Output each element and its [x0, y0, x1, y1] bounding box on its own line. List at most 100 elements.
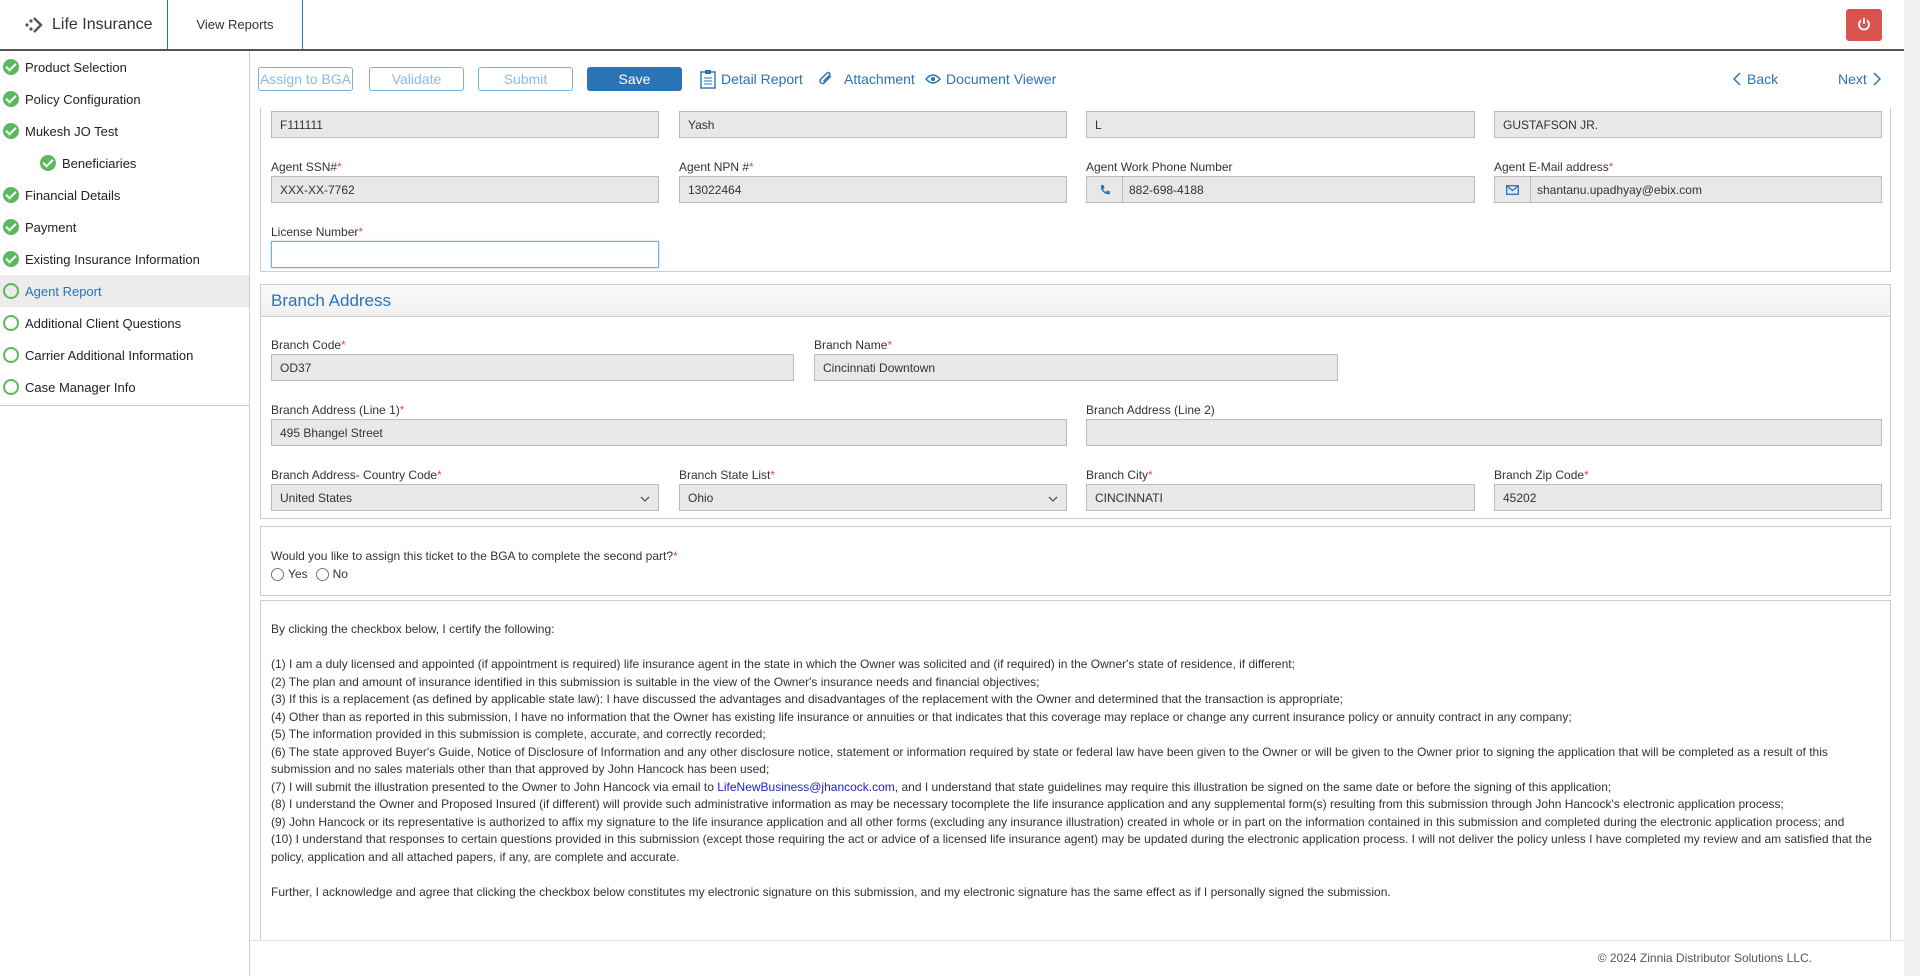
certification-item: (8) I understand the Owner and Proposed …: [271, 797, 1784, 811]
certification-intro: By clicking the checkbox below, I certif…: [271, 622, 555, 636]
bga-no-radio[interactable]: [315, 567, 329, 581]
sidebar-item-label: Mukesh JO Test: [25, 123, 118, 139]
next-label: Next: [1838, 71, 1867, 87]
branch-code-label: Branch Code*: [271, 338, 346, 352]
branch-address-title: Branch Address: [261, 285, 1890, 317]
sidebar-item-carrier-additional-info[interactable]: Carrier Additional Information: [0, 339, 249, 371]
agent-phone-label: Agent Work Phone Number: [1086, 160, 1233, 174]
branch-country-select[interactable]: United States: [271, 484, 659, 511]
eye-icon: [925, 73, 941, 85]
agent-first-name-field[interactable]: Yash: [679, 111, 1067, 138]
license-number-label: License Number*: [271, 225, 364, 239]
assign-to-bga-button[interactable]: Assign to BGA: [258, 67, 353, 91]
branch-zip-field[interactable]: 45202: [1494, 484, 1882, 511]
bga-yes-label: Yes: [288, 567, 308, 581]
copyright-text: © 2024 Zinnia Distributor Solutions LLC.: [1597, 951, 1812, 965]
bga-no-label: No: [332, 567, 348, 581]
certification-item: (4) Other than as reported in this submi…: [271, 709, 1572, 724]
sidebar-item-label: Case Manager Info: [25, 379, 136, 395]
circle-outline-icon: [3, 283, 19, 299]
license-number-input[interactable]: [271, 241, 659, 268]
envelope-icon: [1495, 177, 1531, 202]
sidebar-item-label: Beneficiaries: [62, 155, 137, 171]
sidebar-item-label: Policy Configuration: [25, 91, 141, 107]
detail-report-link[interactable]: Detail Report: [700, 67, 803, 91]
phone-icon: [1087, 177, 1123, 202]
bga-radio-group: Yes No: [271, 567, 348, 581]
sidebar-item-mukesh-jo-test[interactable]: Mukesh JO Test: [0, 115, 249, 147]
branch-zip-label: Branch Zip Code*: [1494, 468, 1589, 482]
branch-line2-field[interactable]: [1086, 419, 1882, 446]
agent-email-value: shantanu.upadhyay@ebix.com: [1537, 182, 1702, 197]
chevrons-logo-icon: [24, 14, 46, 36]
branch-country-value: United States: [280, 490, 353, 505]
agent-npn-label: Agent NPN #*: [679, 160, 754, 174]
sidebar-item-label: Product Selection: [25, 59, 127, 75]
agent-phone-value: 882-698-4188: [1129, 182, 1204, 197]
submit-button[interactable]: Submit: [478, 67, 573, 91]
check-circle-icon: [3, 251, 19, 267]
back-button[interactable]: Back: [1733, 67, 1778, 91]
agent-id-field[interactable]: F111111: [271, 111, 659, 138]
branch-line1-field[interactable]: 495 Bhangel Street: [271, 419, 1067, 446]
sidebar-item-beneficiaries[interactable]: Beneficiaries: [0, 147, 249, 179]
certification-item: (10) I understand that responses to cert…: [271, 832, 1872, 864]
chevron-left-icon: [1733, 72, 1741, 86]
certification-item: (1) I am a duly licensed and appointed (…: [271, 657, 1295, 671]
app-title: Life Insurance: [52, 15, 153, 33]
power-icon: [1857, 17, 1871, 34]
email-link[interactable]: LifeNewBusiness@jhancock.com: [717, 780, 895, 794]
sidebar-item-product-selection[interactable]: Product Selection: [0, 51, 249, 83]
check-circle-icon: [3, 219, 19, 235]
save-button[interactable]: Save: [587, 67, 682, 91]
top-header: Life Insurance View Reports: [0, 0, 1904, 51]
agent-phone-field[interactable]: 882-698-4188: [1086, 176, 1475, 203]
sidebar-item-case-manager-info[interactable]: Case Manager Info: [0, 371, 249, 403]
sidebar-item-agent-report[interactable]: Agent Report: [0, 275, 249, 307]
branch-country-label: Branch Address- Country Code*: [271, 468, 442, 482]
check-circle-icon: [3, 59, 19, 75]
sidebar-item-additional-client-questions[interactable]: Additional Client Questions: [0, 307, 249, 339]
app-brand[interactable]: Life Insurance: [0, 0, 168, 49]
check-circle-icon: [40, 155, 56, 171]
agent-npn-field[interactable]: 13022464: [679, 176, 1067, 203]
agent-ssn-field[interactable]: XXX-XX-7762: [271, 176, 659, 203]
branch-code-field[interactable]: OD37: [271, 354, 794, 381]
bga-yes-radio[interactable]: [271, 567, 284, 581]
certification-item: (3) If this is a replacement (as defined…: [271, 692, 1343, 706]
sidebar-item-payment[interactable]: Payment: [0, 211, 249, 243]
branch-state-label: Branch State List*: [679, 468, 776, 482]
attachment-link[interactable]: Attachment: [817, 67, 915, 91]
bga-question-label: Would you like to assign this ticket to …: [271, 549, 678, 563]
document-viewer-link[interactable]: Document Viewer: [925, 67, 1056, 91]
agent-email-field[interactable]: shantanu.upadhyay@ebix.com: [1494, 176, 1882, 203]
branch-state-select[interactable]: Ohio: [679, 484, 1067, 511]
sidebar-item-financial-details[interactable]: Financial Details: [0, 179, 249, 211]
action-toolbar: Assign to BGA Validate Submit Save Detai…: [251, 51, 1904, 108]
chevron-down-icon: [1048, 492, 1058, 506]
sidebar-item-label: Additional Client Questions: [25, 315, 182, 331]
branch-city-field[interactable]: CINCINNATI: [1086, 484, 1475, 511]
agent-middle-initial-field[interactable]: L: [1086, 111, 1475, 138]
page-scrollbar[interactable]: [1904, 0, 1920, 976]
attachment-label: Attachment: [844, 71, 915, 87]
circle-outline-icon: [3, 315, 19, 331]
bga-question-panel: Would you like to assign this ticket to …: [260, 526, 1891, 596]
agent-last-name-field[interactable]: GUSTAFSON JR.: [1494, 111, 1882, 138]
sidebar-item-label: Existing Insurance Information: [25, 251, 200, 267]
next-button[interactable]: Next: [1838, 67, 1881, 91]
sidebar-item-existing-insurance[interactable]: Existing Insurance Information: [0, 243, 249, 275]
agent-ssn-label: Agent SSN#*: [271, 160, 342, 174]
certification-panel: By clicking the checkbox below, I certif…: [260, 600, 1891, 940]
detail-report-label: Detail Report: [721, 71, 803, 87]
logout-button[interactable]: [1846, 9, 1882, 41]
branch-state-value: Ohio: [688, 490, 714, 505]
validate-button[interactable]: Validate: [369, 67, 464, 91]
branch-name-field[interactable]: Cincinnati Downtown: [814, 354, 1338, 381]
view-reports-link[interactable]: View Reports: [168, 0, 303, 49]
check-circle-icon: [3, 187, 19, 203]
branch-name-label: Branch Name*: [814, 338, 893, 352]
certification-closing: Further, I acknowledge and agree that cl…: [271, 884, 1391, 899]
document-viewer-label: Document Viewer: [946, 71, 1057, 87]
sidebar-item-policy-configuration[interactable]: Policy Configuration: [0, 83, 249, 115]
